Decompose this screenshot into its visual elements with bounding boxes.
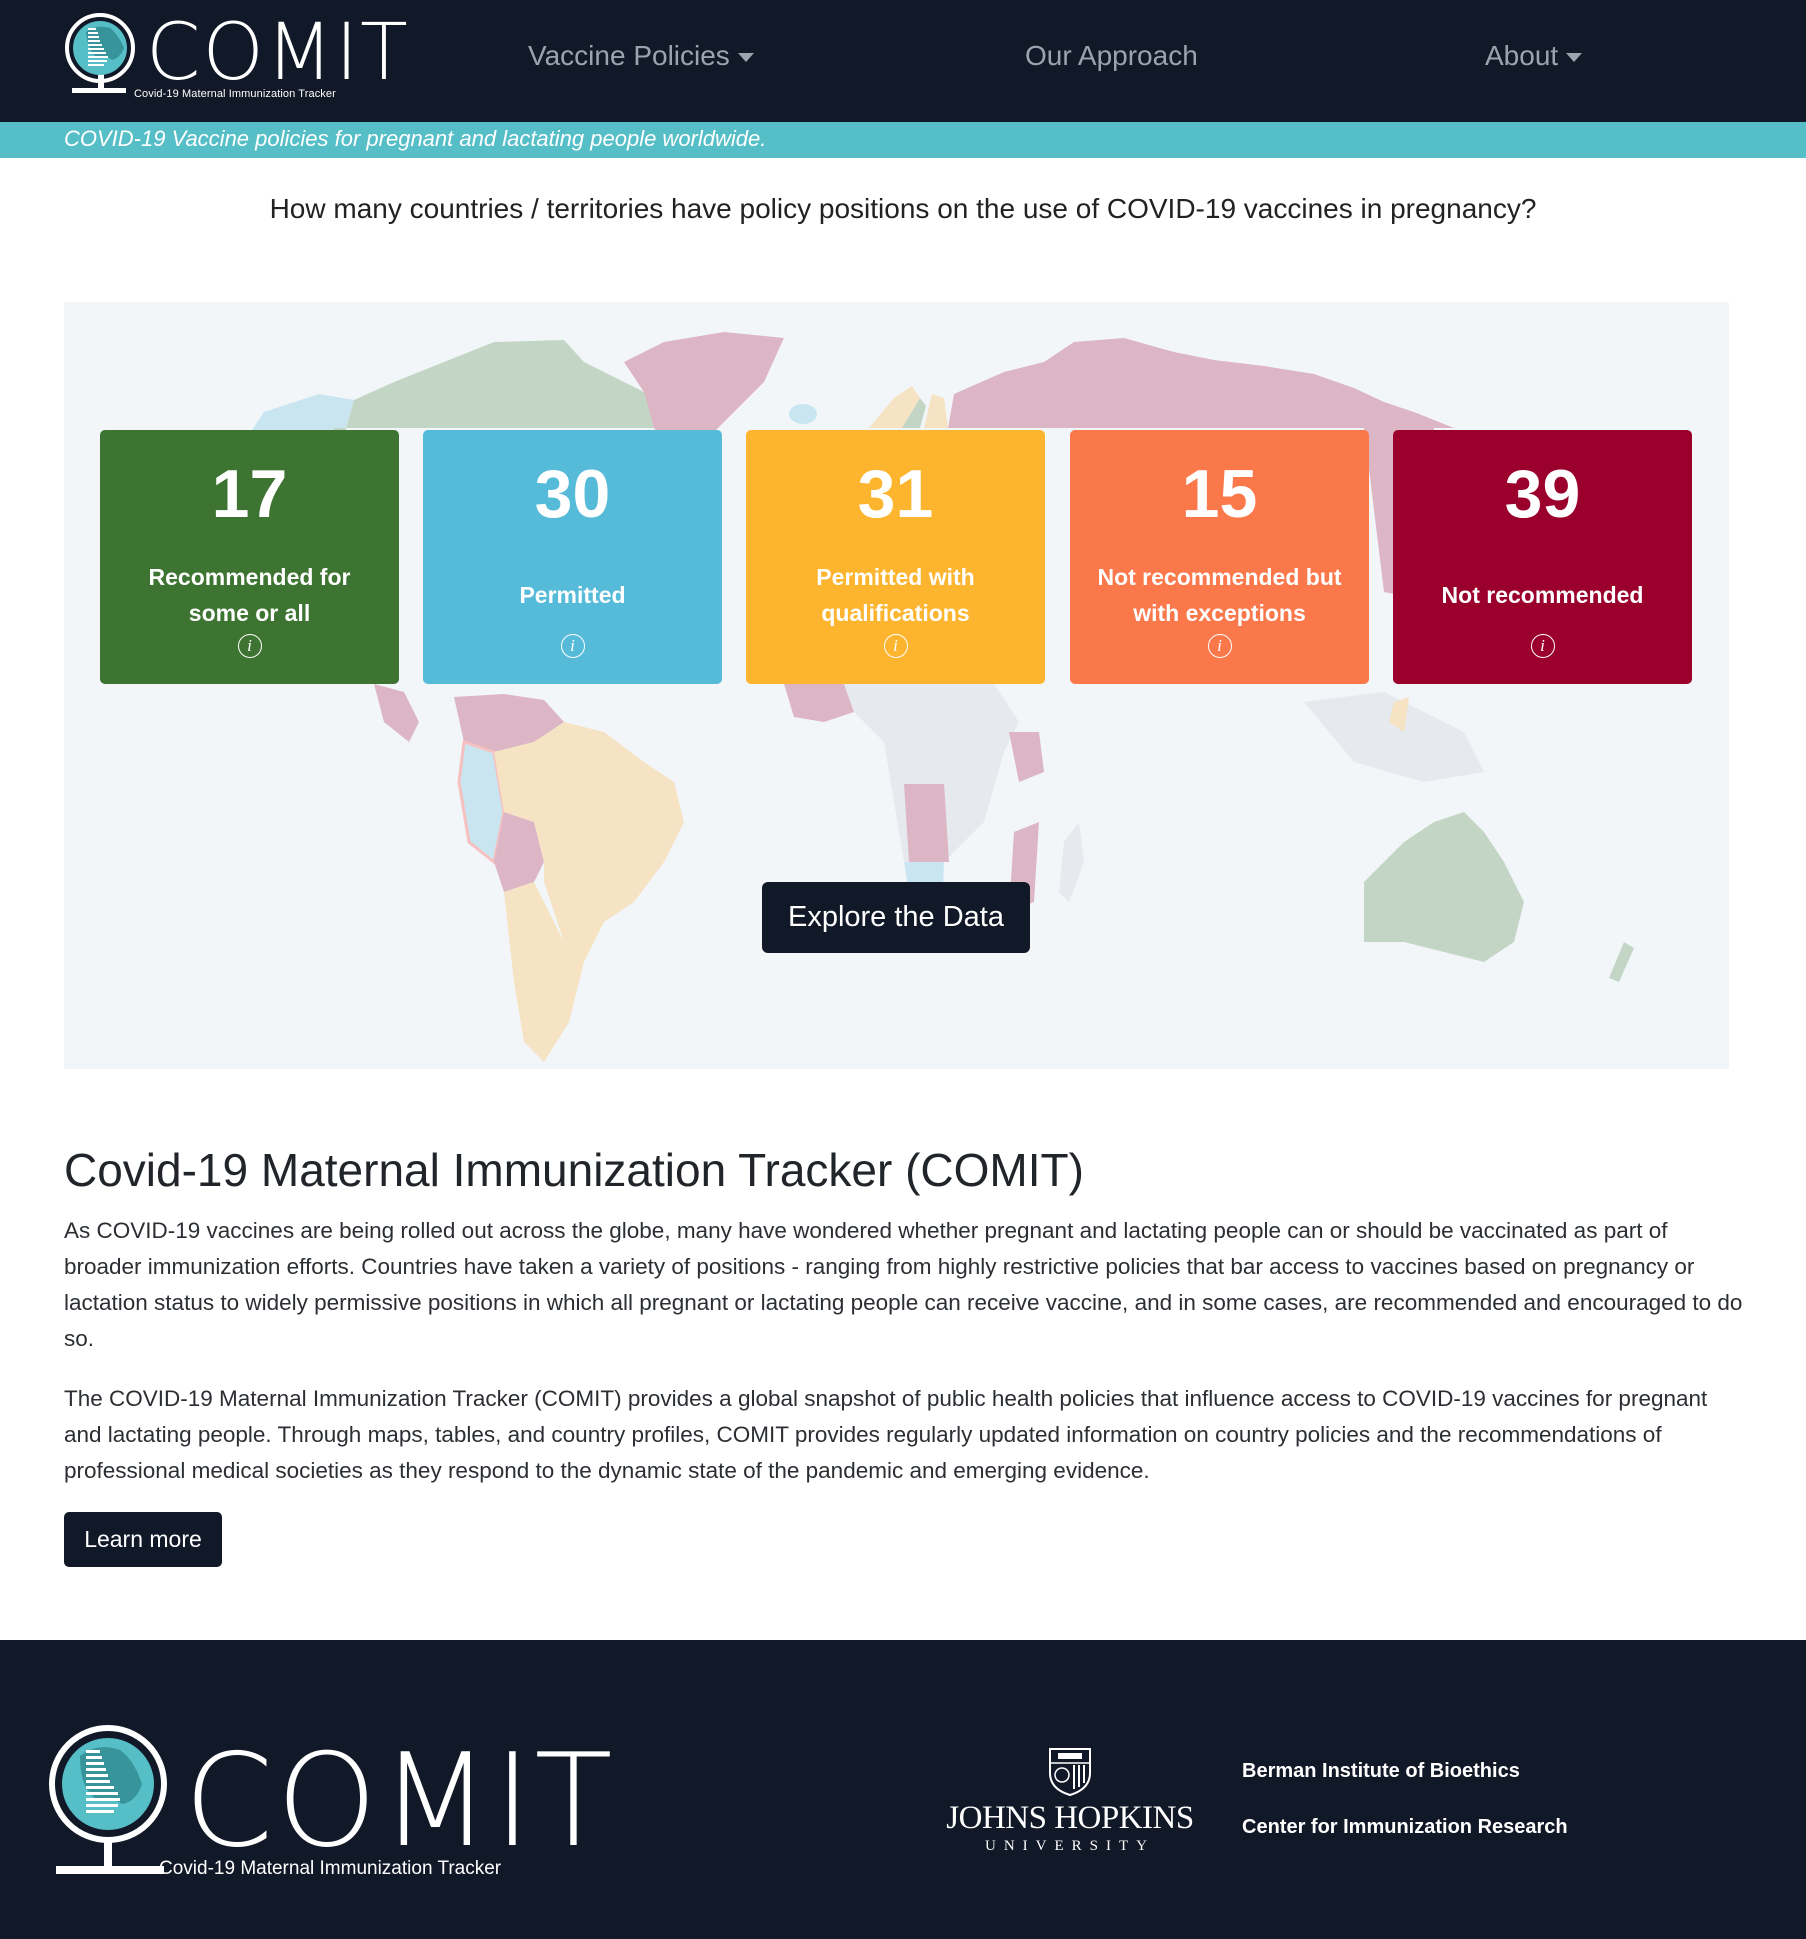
info-icon[interactable]: i bbox=[560, 634, 585, 658]
explore-data-button[interactable]: Explore the Data bbox=[762, 882, 1030, 953]
map-region-madagascar bbox=[1059, 822, 1084, 902]
stat-count: 31 bbox=[857, 456, 934, 532]
map-region-west-africa bbox=[784, 684, 854, 722]
map-region-new-zealand bbox=[1609, 942, 1634, 982]
map-region-angola bbox=[904, 784, 949, 862]
stat-count: 39 bbox=[1504, 456, 1581, 532]
map-region-iceland bbox=[789, 404, 817, 424]
stat-label: Permitted bbox=[519, 582, 626, 608]
nav-about[interactable]: About bbox=[1485, 40, 1583, 72]
map-region-mexico bbox=[374, 684, 419, 742]
caret-down-icon bbox=[737, 52, 754, 62]
nav-vaccine-policies[interactable]: Vaccine Policies bbox=[528, 40, 754, 72]
world-map[interactable] bbox=[64, 302, 1729, 1069]
about-title: Covid-19 Maternal Immunization Tracker (… bbox=[64, 1144, 1084, 1196]
partner-link-berman-institute[interactable]: Berman Institute of Bioethics bbox=[1242, 1760, 1520, 1783]
world-map-panel: 17 Recommended for some or all i 30 Perm… bbox=[64, 302, 1729, 1069]
stat-count: 30 bbox=[534, 456, 611, 532]
logo-subtitle: Covid-19 Maternal Immunization Tracker bbox=[134, 88, 336, 100]
nav-about-label: About bbox=[1485, 40, 1559, 71]
info-icon[interactable]: i bbox=[1207, 634, 1232, 658]
stat-count: 15 bbox=[1181, 456, 1258, 532]
footer: COMIT Covid-19 Maternal Immunization Tra… bbox=[0, 1640, 1806, 1939]
tagline-band: COVID-19 Vaccine policies for pregnant a… bbox=[0, 122, 1806, 158]
nav-our-approach-label: Our Approach bbox=[1025, 40, 1198, 71]
map-region-finland bbox=[924, 394, 948, 428]
info-icon[interactable]: i bbox=[883, 634, 908, 658]
jhu-name: JOHNS HOPKINS bbox=[946, 1800, 1194, 1836]
info-icon[interactable]: i bbox=[237, 634, 262, 658]
footer-comit-logo[interactable]: COMIT Covid-19 Maternal Immunization Tra… bbox=[44, 1720, 613, 1890]
globe-icon bbox=[49, 1725, 167, 1874]
stat-card-not-recommended-with-exceptions[interactable]: 15 Not recommended but with exceptions i bbox=[1070, 430, 1369, 684]
stat-label: Not recommended bbox=[1441, 582, 1644, 608]
stat-card-not-recommended[interactable]: 39 Not recommended i bbox=[1393, 430, 1692, 684]
info-icon[interactable]: i bbox=[1530, 634, 1555, 658]
nav-vaccine-policies-label: Vaccine Policies bbox=[528, 40, 730, 71]
globe-icon bbox=[65, 13, 135, 93]
about-paragraph-1: As COVID-19 vaccines are being rolled ou… bbox=[64, 1218, 1743, 1351]
stat-card-permitted-with-qualifications[interactable]: 31 Permitted with qualifications i bbox=[746, 430, 1045, 684]
partner-link-center-immunization-research[interactable]: Center for Immunization Research bbox=[1242, 1816, 1568, 1839]
policy-question-heading: How many countries / territories have po… bbox=[269, 193, 1537, 224]
about-paragraph-2: The COVID-19 Maternal Immunization Track… bbox=[64, 1386, 1708, 1483]
jhu-university: UNIVERSITY bbox=[985, 1837, 1155, 1854]
caret-down-icon bbox=[1566, 52, 1583, 62]
johns-hopkins-logo[interactable]: JOHNS HOPKINS UNIVERSITY bbox=[945, 1745, 1195, 1870]
stat-label: Recommended for some or all bbox=[148, 564, 351, 626]
stat-count: 17 bbox=[211, 456, 288, 532]
tagline: COVID-19 Vaccine policies for pregnant a… bbox=[64, 126, 767, 151]
map-region-russia bbox=[948, 338, 1454, 428]
learn-more-button[interactable]: Learn more bbox=[64, 1512, 222, 1567]
logo-wordmark: COMIT bbox=[146, 8, 410, 98]
stat-card-permitted[interactable]: 30 Permitted i bbox=[423, 430, 722, 684]
footer-logo-wordmark: COMIT bbox=[184, 1727, 616, 1876]
stat-label: Permitted with qualifications bbox=[816, 564, 975, 626]
map-region-australia bbox=[1364, 812, 1524, 962]
footer-logo-subtitle: Covid-19 Maternal Immunization Tracker bbox=[159, 1858, 502, 1879]
nav-our-approach[interactable]: Our Approach bbox=[1025, 40, 1198, 72]
comit-logo[interactable]: COMIT Covid-19 Maternal Immunization Tra… bbox=[64, 8, 408, 108]
top-navbar: COMIT Covid-19 Maternal Immunization Tra… bbox=[0, 0, 1806, 122]
stat-card-recommended[interactable]: 17 Recommended for some or all i bbox=[100, 430, 399, 684]
jhu-shield-icon bbox=[1049, 1748, 1091, 1797]
map-region-kenya bbox=[1009, 732, 1044, 782]
stat-label: Not recommended but with exceptions bbox=[1097, 564, 1342, 626]
